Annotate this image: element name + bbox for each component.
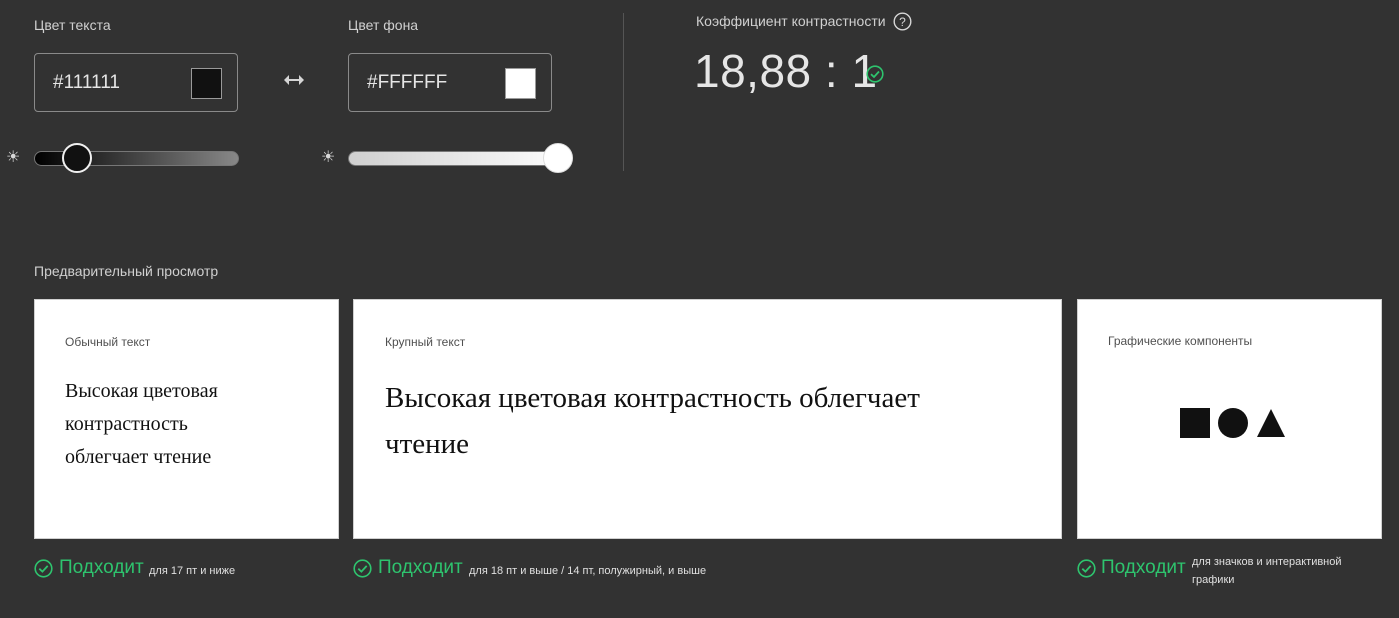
normal-text-result-status: Подходит xyxy=(59,557,144,578)
graphics-card-title: Графические компоненты xyxy=(1108,334,1253,348)
brightness-icon: ☀ xyxy=(321,149,336,166)
background-color-label: Цвет фона xyxy=(348,17,419,33)
help-icon[interactable]: ? xyxy=(893,12,912,31)
triangle-icon xyxy=(1256,408,1286,438)
large-text-sample: Высокая цветовая контрастность облегчает… xyxy=(385,382,920,460)
text-color-field[interactable]: #111111 xyxy=(34,53,238,112)
circle-icon xyxy=(1218,408,1248,438)
normal-text-result-note: для 17 пт и ниже xyxy=(149,565,236,577)
background-color-hex-input[interactable]: #FFFFFF xyxy=(367,72,447,94)
square-icon xyxy=(1180,408,1210,438)
graphics-result-status: Подходит xyxy=(1101,557,1186,578)
background-color-swatch[interactable] xyxy=(505,68,536,99)
check-circle-icon xyxy=(353,559,372,578)
text-color-swatch[interactable] xyxy=(191,68,222,99)
normal-text-card: Обычный текст Высокая цветовая контрастн… xyxy=(34,299,339,539)
normal-text-sample: Высокая цветовая контрастность облегчает… xyxy=(65,380,218,468)
contrast-ratio-value: 18,88 : 1 xyxy=(694,45,878,97)
background-color-slider-thumb[interactable] xyxy=(543,143,573,173)
preview-label: Предварительный просмотр xyxy=(34,263,219,279)
normal-text-card-title: Обычный текст xyxy=(65,335,151,349)
large-text-card: Крупный текст Высокая цветовая контрастн… xyxy=(353,299,1062,539)
large-text-result-status: Подходит xyxy=(378,557,463,578)
check-circle-icon xyxy=(1077,559,1096,578)
text-color-hex-input[interactable]: #111111 xyxy=(53,72,120,94)
background-color-field[interactable]: #FFFFFF xyxy=(348,53,552,112)
vertical-divider xyxy=(623,13,624,171)
text-color-slider-thumb[interactable] xyxy=(62,143,92,173)
check-circle-icon xyxy=(34,559,53,578)
brightness-icon: ☀ xyxy=(6,149,21,166)
large-text-result-note: для 18 пт и выше / 14 пт, полужирный, и … xyxy=(469,565,707,577)
text-color-label: Цвет текста xyxy=(34,17,111,33)
swap-arrows-icon[interactable] xyxy=(282,70,306,90)
contrast-ratio-label: Коэффициент контрастности xyxy=(696,13,886,29)
svg-text:?: ? xyxy=(899,15,906,29)
check-circle-icon xyxy=(866,65,884,83)
large-text-card-title: Крупный текст xyxy=(385,335,466,349)
graphics-card: Графические компоненты xyxy=(1077,299,1382,539)
background-color-brightness-slider[interactable] xyxy=(348,151,573,166)
graphics-result-note: для значков и интерактивной графики xyxy=(1192,556,1342,586)
